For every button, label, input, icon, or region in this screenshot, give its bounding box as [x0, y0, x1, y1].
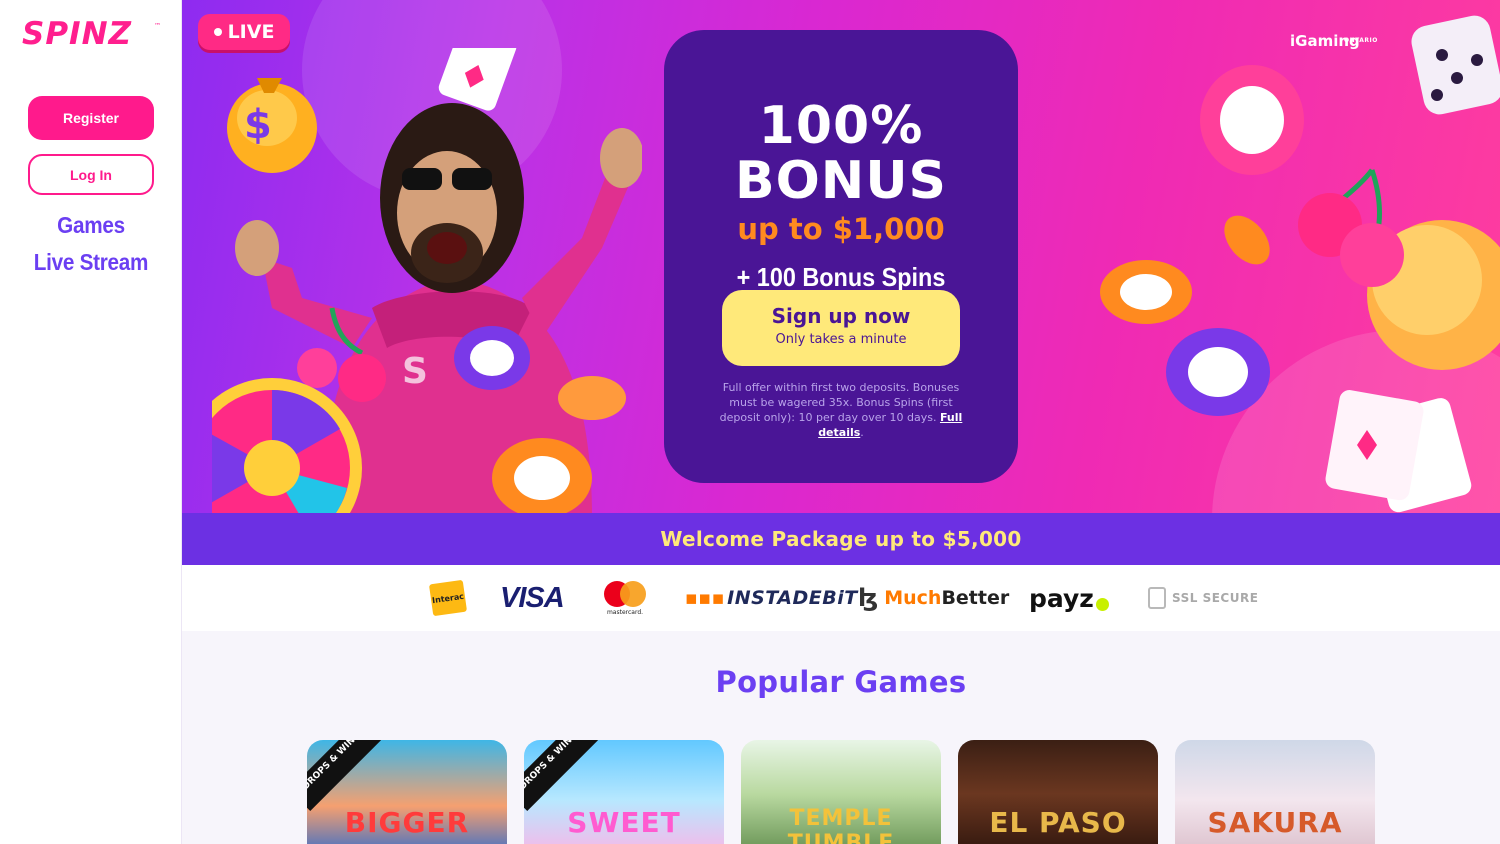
money-bag-icon: $	[227, 78, 317, 173]
poker-chip-icon	[1100, 65, 1304, 416]
popular-games-title: Popular Games	[715, 665, 967, 699]
offer-percent: 100%	[758, 96, 924, 156]
payment-methods-bar: Interac VISA mastercard. ▪▪▪ INSTADEBiT …	[182, 565, 1500, 631]
sidebar: SPINZ ™ Register Log In Games Live Strea…	[0, 0, 182, 844]
instadebit-logo: ▪▪▪ INSTADEBiT	[685, 565, 858, 631]
hero-right-decor	[1100, 15, 1500, 513]
drops-wins-ribbon: DROPS & WINS	[307, 740, 381, 811]
offer-amount: up to $1,000	[737, 212, 945, 246]
spinz-logo[interactable]: SPINZ ™	[20, 16, 161, 54]
nav-games-link[interactable]: Games	[9, 212, 173, 239]
nav-live-stream-link[interactable]: Live Stream	[9, 249, 173, 276]
muchbetter-logo: ɮ MuchBetter	[858, 565, 1009, 631]
payz-logo: payz	[1029, 565, 1109, 631]
instadebit-bars-icon: ▪▪▪	[685, 587, 726, 609]
hero-banner: LIVE $ S ONTARIO iGaming 100% BONUS up t…	[182, 0, 1500, 513]
svg-text:S: S	[402, 351, 428, 392]
offer-bonus: BONUS	[734, 151, 948, 211]
live-badge[interactable]: LIVE	[198, 14, 290, 50]
ssl-secure-badge: SSL SECURE	[1148, 565, 1258, 631]
cherry-icon	[1298, 168, 1404, 287]
game-card-el-paso[interactable]: EL PASO	[958, 740, 1158, 844]
game-card-sakura[interactable]: SAKURA	[1175, 740, 1375, 844]
instadebit-wordmark: INSTADEBiT	[727, 587, 858, 609]
game-title: SWEET	[567, 806, 681, 839]
igaming-ontario-logo: iGaming	[1290, 32, 1360, 50]
svg-text:$: $	[244, 102, 272, 148]
signup-button-label: Sign up now	[771, 304, 911, 328]
lock-icon	[1148, 587, 1166, 609]
offer-spins: + 100 Bonus Spins	[736, 262, 946, 292]
game-title: BIGGER	[344, 806, 470, 839]
logo-text: SPINZ	[22, 16, 133, 52]
game-title: TEMPLE TUMBLE	[787, 806, 895, 844]
game-card-bigger[interactable]: DROPS & WINS BIGGER	[307, 740, 507, 844]
popular-games-section: Popular Games DROPS & WINS BIGGER DROPS …	[182, 631, 1500, 844]
muchbetter-mark-icon: ɮ	[858, 584, 879, 612]
game-card-sweet[interactable]: DROPS & WINS SWEET	[524, 740, 724, 844]
ssl-secure-label: SSL SECURE	[1172, 591, 1259, 605]
payz-wordmark: payz	[1029, 583, 1094, 613]
logo-trademark: ™	[154, 22, 161, 30]
login-button[interactable]: Log In	[28, 154, 154, 195]
muchbetter-wordmark-b: Better	[941, 587, 1010, 609]
offer-terms: Full offer within first two deposits. Bo…	[716, 380, 966, 440]
live-dot-icon	[213, 28, 222, 36]
muchbetter-wordmark-a: Much	[884, 587, 942, 609]
mastercard-circles-icon	[604, 580, 646, 607]
game-card-temple-tumble[interactable]: TEMPLE TUMBLE	[741, 740, 941, 844]
live-badge-label: LIVE	[227, 21, 275, 43]
offer-terms-end: .	[860, 426, 864, 439]
game-title: SAKURA	[1207, 806, 1343, 839]
playing-card-icon	[1325, 390, 1472, 513]
register-button[interactable]: Register	[28, 96, 154, 140]
bonus-offer-card: 100% BONUS up to $1,000 + 100 Bonus Spin…	[664, 30, 1018, 483]
interac-logo-mark: Interac	[428, 579, 468, 617]
offer-terms-text: Full offer within first two deposits. Bo…	[719, 381, 960, 424]
dice-icon	[1411, 15, 1500, 115]
presenter-illustration: $ S	[212, 48, 642, 513]
signup-button-sublabel: Only takes a minute	[775, 332, 907, 347]
drops-wins-ribbon: DROPS & WINS	[524, 740, 598, 811]
game-title: EL PASO	[989, 806, 1127, 839]
welcome-package-text: Welcome Package up to $5,000	[660, 527, 1022, 551]
payz-dot-icon	[1095, 597, 1109, 611]
mastercard-wordmark: mastercard.	[606, 608, 644, 616]
signup-button[interactable]: Sign up now Only takes a minute	[722, 290, 960, 366]
mastercard-logo: mastercard.	[604, 565, 646, 631]
visa-logo: VISA	[500, 581, 565, 614]
welcome-package-banner[interactable]: Welcome Package up to $5,000	[182, 513, 1500, 565]
interac-logo: Interac	[428, 565, 468, 631]
